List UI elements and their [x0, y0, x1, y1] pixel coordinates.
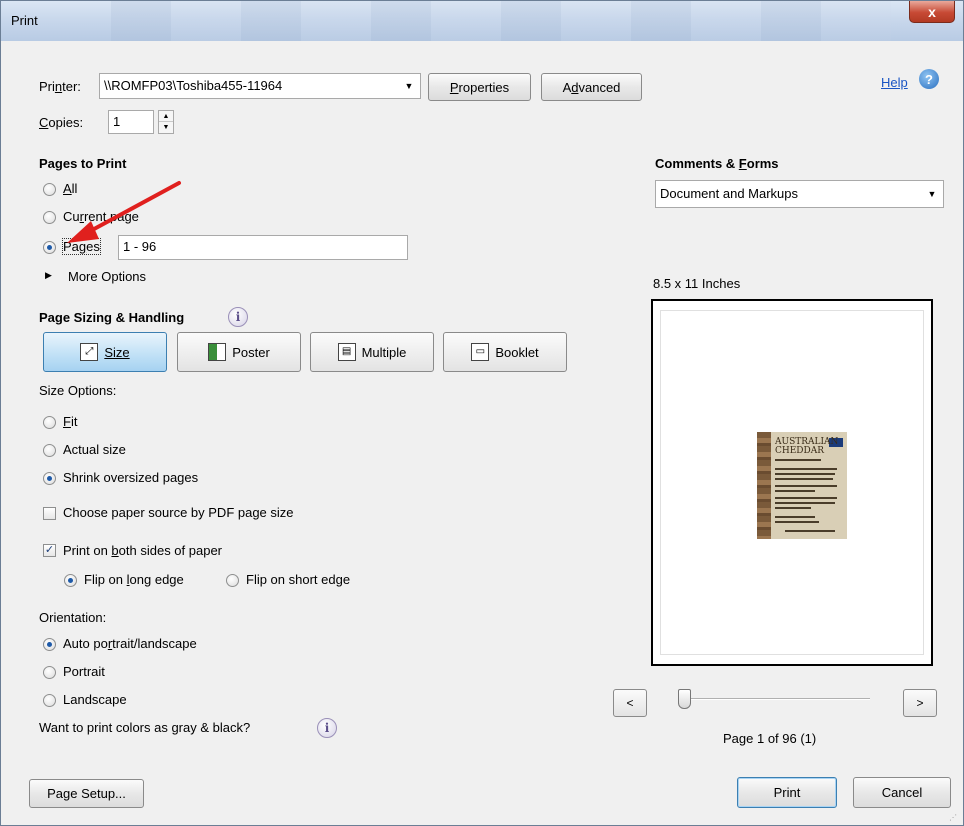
thumbnail-text-line — [775, 459, 821, 461]
thumbnail-text-line — [775, 485, 837, 487]
chevron-down-icon: ▼ — [404, 81, 414, 91]
more-options-toggle[interactable]: More Options — [68, 269, 146, 284]
poster-icon — [208, 343, 227, 361]
radio-fit-label[interactable]: Fit — [63, 414, 77, 429]
landscape-label[interactable]: Landscape — [63, 692, 127, 707]
radio-flip-long-edge[interactable] — [64, 574, 77, 587]
comments-forms-heading: Comments & Forms — [655, 156, 779, 171]
printer-select[interactable]: \\ROMFP03\Toshiba455-11964 ▼ — [99, 73, 421, 99]
printer-label: Printer: — [39, 79, 81, 94]
title-bar-background — [111, 1, 891, 41]
size-options-label: Size Options: — [39, 383, 117, 398]
thumbnail-text-line — [775, 516, 815, 518]
stepper-up-icon[interactable]: ▲ — [159, 111, 173, 122]
next-page-button[interactable]: > — [903, 689, 937, 717]
print-button[interactable]: Print — [737, 777, 837, 808]
thumbnail-text-line — [775, 490, 815, 492]
thumbnail-text-line — [775, 502, 835, 504]
annotation-arrow-icon — [67, 181, 181, 243]
close-icon: x — [928, 3, 936, 20]
tile-poster-button[interactable]: Poster — [177, 332, 301, 372]
help-link[interactable]: Help — [881, 75, 908, 90]
radio-all[interactable] — [43, 183, 56, 196]
comments-forms-select[interactable]: Document and Markups ▼ — [655, 180, 944, 208]
question-icon[interactable]: ? — [919, 69, 939, 89]
thumbnail-text-line — [785, 530, 835, 532]
copies-stepper[interactable]: ▲ ▼ — [158, 110, 174, 134]
booklet-icon: ▭ — [471, 343, 490, 361]
advanced-button[interactable]: Ad vanced — [541, 73, 642, 101]
cancel-button[interactable]: Cancel — [853, 777, 951, 808]
comments-forms-value: Document and Markups — [660, 186, 799, 201]
radio-actual-size[interactable] — [43, 444, 56, 457]
thumbnail-text-line — [775, 473, 835, 475]
radio-actual-size-label[interactable]: Actual size — [63, 442, 126, 457]
paper-source-label[interactable]: Choose paper source by PDF page size — [63, 505, 294, 520]
radio-shrink-oversized-label[interactable]: Shrink oversized pages — [63, 470, 198, 485]
close-button[interactable]: x — [909, 1, 955, 23]
info-icon[interactable]: i — [228, 307, 248, 327]
copies-input[interactable]: 1 — [108, 110, 154, 134]
stepper-down-icon[interactable]: ▼ — [159, 122, 173, 133]
page-status: Page 1 of 96 (1) — [723, 731, 817, 746]
orientation-label: Orientation: — [39, 610, 107, 625]
page-slider-track[interactable] — [684, 698, 870, 700]
tile-multiple-button[interactable]: ▤ Multiple — [310, 332, 434, 372]
thumbnail-text-line — [775, 507, 811, 509]
window-title: Print — [11, 13, 38, 28]
multiple-pages-icon: ▤ — [337, 343, 356, 361]
thumbnail-title-2: CHEDDAR — [775, 446, 825, 456]
radio-pages[interactable] — [43, 241, 56, 254]
page-thumbnail: AUSTRALIAN CHEDDAR — [757, 432, 847, 539]
auto-orientation-label[interactable]: Auto portrait/landscape — [63, 636, 197, 651]
print-preview: AUSTRALIAN CHEDDAR — [651, 299, 933, 666]
copies-label: Copies: — [39, 115, 84, 130]
printer-value: \\ROMFP03\Toshiba455-11964 — [104, 78, 283, 93]
gray-question-label: Want to print colors as gray & black? — [39, 720, 251, 735]
flip-short-edge-label[interactable]: Flip on short edge — [246, 572, 350, 587]
radio-shrink-oversized[interactable] — [43, 472, 56, 485]
previous-page-button[interactable]: < — [613, 689, 647, 717]
preview-page: AUSTRALIAN CHEDDAR — [661, 311, 923, 654]
page-slider-thumb[interactable] — [677, 689, 691, 709]
expand-triangle-icon[interactable]: ▶ — [45, 270, 52, 281]
tile-size-button[interactable]: ⤢ Size — [43, 332, 167, 372]
thumbnail-text-line — [775, 521, 819, 523]
flip-long-edge-label[interactable]: Flip on long edge — [84, 572, 184, 587]
resize-grip-icon[interactable]: ⋰ — [949, 813, 957, 822]
thumbnail-text-line — [775, 468, 837, 470]
chevron-down-icon: ▼ — [927, 189, 937, 199]
tile-booklet-button[interactable]: ▭ Booklet — [443, 332, 567, 372]
thumbnail-text-line — [775, 497, 837, 499]
properties-button[interactable]: Properties — [428, 73, 531, 101]
both-sides-label[interactable]: Print on both sides of paper — [63, 543, 222, 558]
checkbox-paper-source[interactable] — [43, 507, 56, 520]
radio-portrait[interactable] — [43, 666, 56, 679]
radio-flip-short-edge[interactable] — [226, 574, 239, 587]
title-bar[interactable]: Print x — [1, 1, 963, 41]
radio-landscape[interactable] — [43, 694, 56, 707]
portrait-label[interactable]: Portrait — [63, 664, 105, 679]
page-setup-button[interactable]: Pa g e Setup... — [29, 779, 144, 808]
thumbnail-text-line — [775, 478, 833, 480]
print-dialog: Print x Printer: \\ROMFP03\Toshiba455-11… — [0, 0, 964, 826]
pages-to-print-heading: Pages to Print — [39, 156, 127, 171]
thumbnail-wood-border — [757, 432, 771, 539]
paper-size-label: 8.5 x 11 Inches — [653, 276, 741, 291]
info-icon[interactable]: i — [317, 718, 337, 738]
size-icon: ⤢ — [80, 343, 99, 361]
page-sizing-heading: Page Sizing & Handling — [39, 310, 185, 325]
checkbox-both-sides[interactable]: ✓ — [43, 544, 56, 557]
radio-current-page[interactable] — [43, 211, 56, 224]
radio-fit[interactable] — [43, 416, 56, 429]
radio-auto-orientation[interactable] — [43, 638, 56, 651]
